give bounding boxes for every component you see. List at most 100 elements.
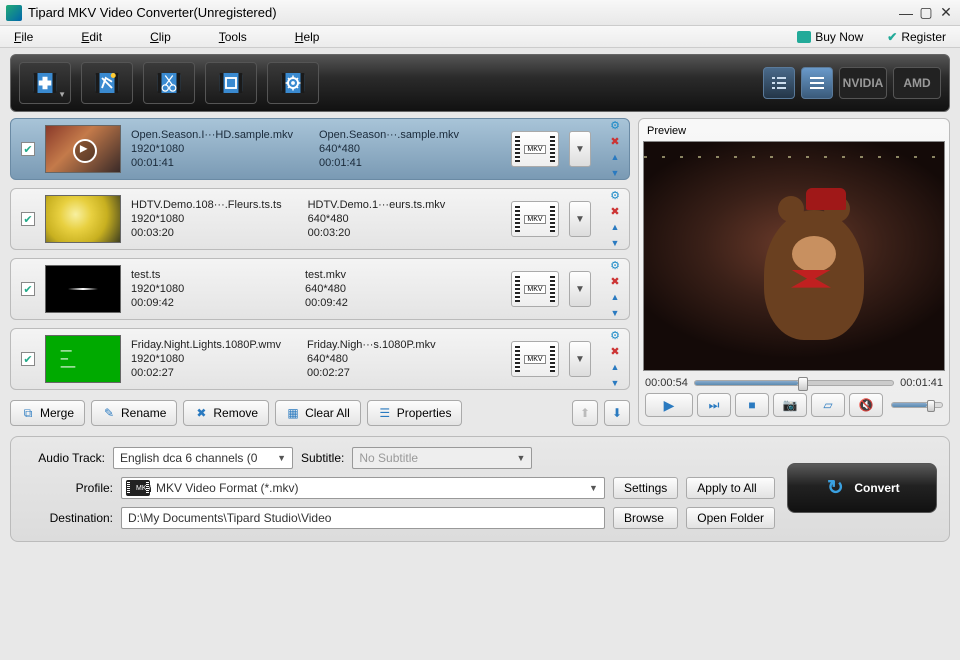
output-duration: 00:01:41	[319, 157, 467, 169]
profile-format-icon: MKV	[126, 480, 150, 496]
menu-clip[interactable]: Clip	[150, 30, 171, 44]
settings-button[interactable]: Settings	[613, 477, 678, 499]
output-filename: test.mkv	[305, 269, 453, 281]
convert-button[interactable]: Convert	[787, 463, 937, 513]
mute-button[interactable]: 🔇	[849, 393, 883, 417]
source-filename: Open.Season.I···HD.sample.mkv	[131, 129, 293, 141]
rename-button[interactable]: ✎Rename	[91, 400, 177, 426]
crop-button[interactable]	[205, 62, 257, 104]
play-button[interactable]: ▶	[645, 393, 693, 417]
file-row[interactable]: ✔ Open.Season.I···HD.sample.mkv 1920*108…	[10, 118, 630, 180]
subtitle-select[interactable]: No Subtitle	[352, 447, 532, 469]
file-row[interactable]: ✔ test.ts 1920*1080 00:09:42 test.mkv 64…	[10, 258, 630, 320]
preferences-button[interactable]	[267, 62, 319, 104]
format-dropdown[interactable]: ▼	[569, 271, 591, 307]
source-resolution: 1920*1080	[131, 283, 279, 295]
audio-track-select[interactable]: English dca 6 channels (0	[113, 447, 293, 469]
menu-edit[interactable]: Edit	[81, 30, 102, 44]
clear-icon: ▦	[286, 406, 300, 420]
destination-input[interactable]: D:\My Documents\Tipard Studio\Video	[121, 507, 605, 529]
buy-now-button[interactable]: Buy Now	[797, 30, 863, 44]
stop-button[interactable]: ■	[735, 393, 769, 417]
row-settings-icon[interactable]: ⚙	[607, 328, 623, 342]
row-down-icon[interactable]: ▼	[607, 236, 623, 250]
output-resolution: 640*480	[307, 353, 455, 365]
merge-button[interactable]: ⧉Merge	[10, 400, 85, 426]
time-current: 00:00:54	[645, 377, 688, 389]
destination-label: Destination:	[23, 511, 113, 525]
row-checkbox[interactable]: ✔	[21, 352, 35, 366]
format-dropdown[interactable]: ▼	[569, 131, 591, 167]
trim-button[interactable]	[143, 62, 195, 104]
format-icon: MKV	[511, 271, 559, 307]
thumbnail[interactable]	[45, 125, 121, 173]
row-checkbox[interactable]: ✔	[21, 212, 35, 226]
row-remove-icon[interactable]: ✖	[607, 204, 623, 218]
output-duration: 00:09:42	[305, 297, 453, 309]
menu-help[interactable]: Help	[295, 30, 320, 44]
subtitle-label: Subtitle:	[301, 451, 344, 465]
row-down-icon[interactable]: ▼	[607, 376, 623, 390]
format-icon: MKV	[511, 131, 559, 167]
preview-label: Preview	[643, 123, 945, 141]
row-remove-icon[interactable]: ✖	[607, 274, 623, 288]
add-file-button[interactable]	[19, 62, 71, 104]
file-row[interactable]: ✔ Friday.Night.Lights.1080P.wmv 1920*108…	[10, 328, 630, 390]
row-settings-icon[interactable]: ⚙	[607, 118, 623, 132]
row-remove-icon[interactable]: ✖	[607, 134, 623, 148]
thumbnail[interactable]	[45, 335, 121, 383]
row-down-icon[interactable]: ▼	[607, 306, 623, 320]
view-detail-button[interactable]	[801, 67, 833, 99]
view-list-button[interactable]	[763, 67, 795, 99]
snapshot-button[interactable]: 📷	[773, 393, 807, 417]
open-folder-button[interactable]: Open Folder	[686, 507, 775, 529]
cart-icon	[797, 31, 811, 43]
move-down-button[interactable]: ⬇	[604, 400, 630, 426]
register-button[interactable]: ✔Register	[887, 30, 946, 44]
file-row[interactable]: ✔ HDTV.Demo.108···.Fleurs.ts.ts 1920*108…	[10, 188, 630, 250]
output-resolution: 640*480	[308, 213, 456, 225]
row-settings-icon[interactable]: ⚙	[607, 188, 623, 202]
format-dropdown[interactable]: ▼	[569, 201, 591, 237]
remove-button[interactable]: ✖Remove	[183, 400, 269, 426]
fullscreen-button[interactable]: ▱	[811, 393, 845, 417]
maximize-button[interactable]: ▢	[918, 6, 934, 20]
menu-tools[interactable]: Tools	[219, 30, 247, 44]
row-remove-icon[interactable]: ✖	[607, 344, 623, 358]
preview-video[interactable]	[643, 141, 945, 371]
row-settings-icon[interactable]: ⚙	[607, 258, 623, 272]
titlebar: Tipard MKV Video Converter(Unregistered)…	[0, 0, 960, 26]
close-button[interactable]: ✕	[938, 6, 954, 20]
toolbar: NVIDIA AMD	[10, 54, 950, 112]
seek-bar[interactable]	[694, 380, 894, 386]
properties-button[interactable]: ☰Properties	[367, 400, 463, 426]
list-actions: ⧉Merge ✎Rename ✖Remove ▦Clear All ☰Prope…	[10, 400, 630, 426]
row-down-icon[interactable]: ▼	[607, 166, 623, 180]
time-total: 00:01:41	[900, 377, 943, 389]
apply-to-all-button[interactable]: Apply to All	[686, 477, 775, 499]
pencil-icon: ✎	[102, 406, 116, 420]
menu-file[interactable]: File	[14, 30, 33, 44]
row-checkbox[interactable]: ✔	[21, 282, 35, 296]
browse-button[interactable]: Browse	[613, 507, 678, 529]
row-up-icon[interactable]: ▲	[607, 290, 623, 304]
source-resolution: 1920*1080	[131, 353, 281, 365]
profile-select[interactable]: MKV MKV Video Format (*.mkv)	[121, 477, 605, 499]
step-button[interactable]: ⏭	[697, 393, 731, 417]
output-filename: Friday.Nigh···s.1080P.mkv	[307, 339, 455, 351]
nvidia-badge: NVIDIA	[839, 67, 887, 99]
source-duration: 00:02:27	[131, 367, 281, 379]
volume-slider[interactable]	[891, 402, 943, 408]
clear-all-button[interactable]: ▦Clear All	[275, 400, 361, 426]
format-dropdown[interactable]: ▼	[569, 341, 591, 377]
move-up-button[interactable]: ⬆	[572, 400, 598, 426]
row-up-icon[interactable]: ▲	[607, 360, 623, 374]
row-up-icon[interactable]: ▲	[607, 150, 623, 164]
row-checkbox[interactable]: ✔	[21, 142, 35, 156]
effects-button[interactable]	[81, 62, 133, 104]
source-duration: 00:01:41	[131, 157, 293, 169]
minimize-button[interactable]: —	[898, 6, 914, 20]
thumbnail[interactable]	[45, 195, 121, 243]
thumbnail[interactable]	[45, 265, 121, 313]
row-up-icon[interactable]: ▲	[607, 220, 623, 234]
